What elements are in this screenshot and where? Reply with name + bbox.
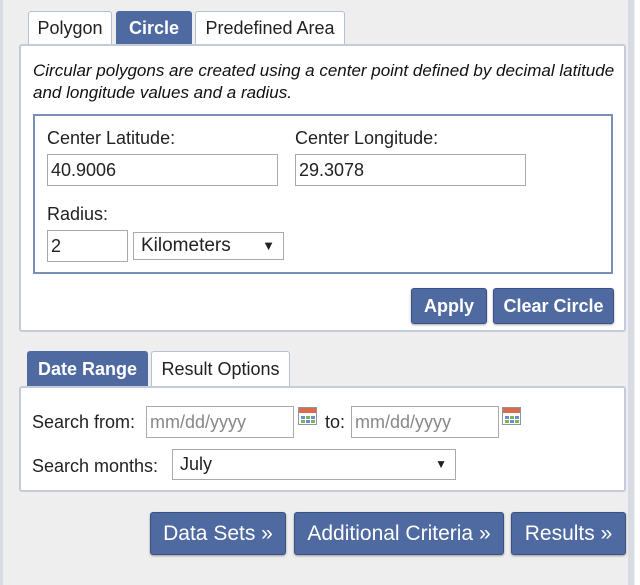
dropdown-arrow-icon: ▼ [262,238,275,253]
months-value: July [180,454,213,474]
right-edge [635,0,640,585]
tab-polygon[interactable]: Polygon [28,11,112,45]
radius-input[interactable]: 2 [47,230,128,262]
clear-circle-button[interactable]: Clear Circle [493,288,614,324]
from-date-input[interactable]: mm/dd/yyyy [146,406,294,438]
left-frame [0,0,3,585]
center-longitude-label: Center Longitude: [295,128,439,148]
to-date-input[interactable]: mm/dd/yyyy [351,406,499,438]
search-from-label: Search from: [32,412,136,432]
center-latitude-input[interactable]: 40.9006 [47,154,278,186]
circle-fieldset: Center Latitude: 40.9006 Center Longitud… [33,114,613,274]
search-months-select[interactable]: July ▼ [172,449,456,480]
date-range-panel: Search from: mm/dd/yyyy to: mm/dd/yyyy S… [19,386,626,492]
radius-unit-value: Kilometers [141,235,231,256]
tab-result-options[interactable]: Result Options [151,351,290,387]
to-label: to: [325,412,346,432]
results-button[interactable]: Results » [511,512,626,555]
radius-unit-select[interactable]: Kilometers ▼ [133,232,284,260]
circle-description: Circular polygons are created using a ce… [33,61,615,102]
calendar-icon[interactable] [298,407,317,425]
right-frame [628,0,634,585]
search-months-label: Search months: [32,456,159,476]
apply-button[interactable]: Apply [411,288,487,324]
calendar-icon[interactable] [502,407,521,425]
tab-date-range[interactable]: Date Range [27,351,148,387]
tab-predefined-area[interactable]: Predefined Area [195,11,345,45]
center-longitude-input[interactable]: 29.3078 [295,154,526,186]
additional-criteria-button[interactable]: Additional Criteria » [294,512,504,555]
circle-panel: Circular polygons are created using a ce… [19,44,626,332]
center-latitude-label: Center Latitude: [47,128,176,148]
radius-label: Radius: [47,204,109,224]
dropdown-arrow-icon: ▼ [435,457,447,471]
data-sets-button[interactable]: Data Sets » [150,512,286,555]
tab-circle[interactable]: Circle [116,11,192,45]
